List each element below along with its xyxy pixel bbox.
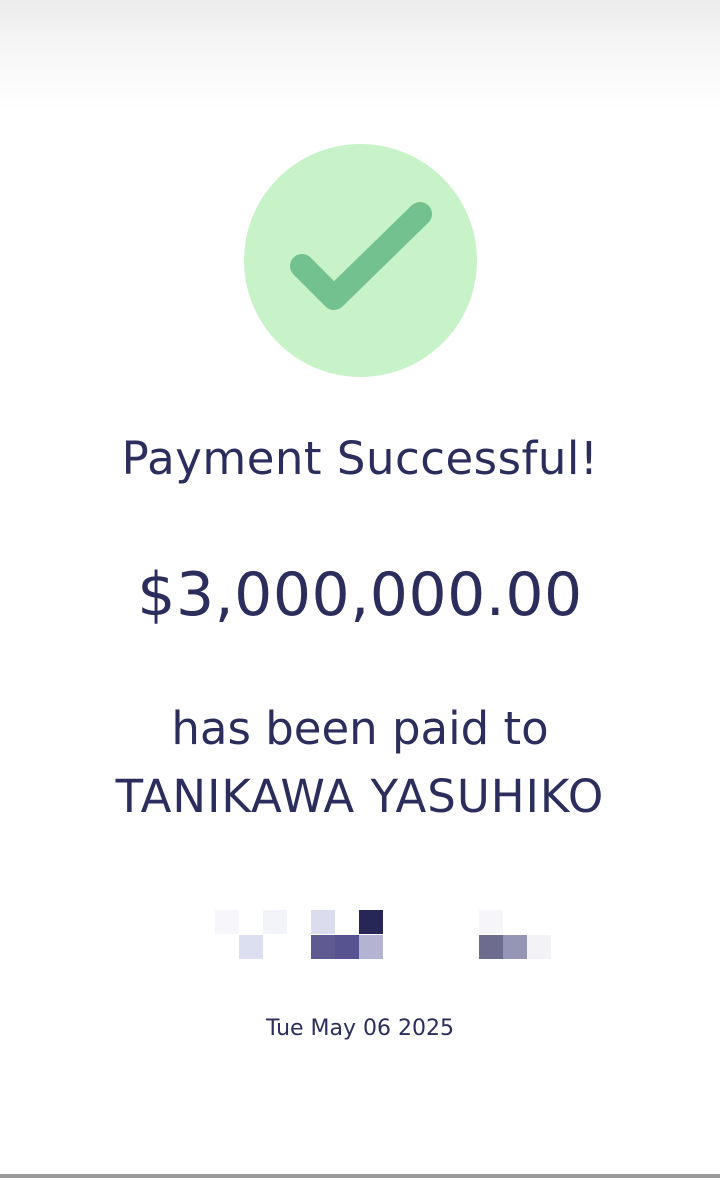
top-bar-shadow [0,0,720,110]
bottom-divider [0,1174,720,1178]
paid-to-label: has been paid to [171,702,549,755]
status-title: Payment Successful! [121,432,599,485]
success-badge [244,144,477,377]
payee-name: TANIKAWA YASUHIKO [115,770,605,823]
check-icon [290,202,432,310]
payment-date: Tue May 06 2025 [265,1016,455,1041]
payment-amount: $3,000,000.00 [137,560,583,630]
redacted-reference [210,905,560,965]
